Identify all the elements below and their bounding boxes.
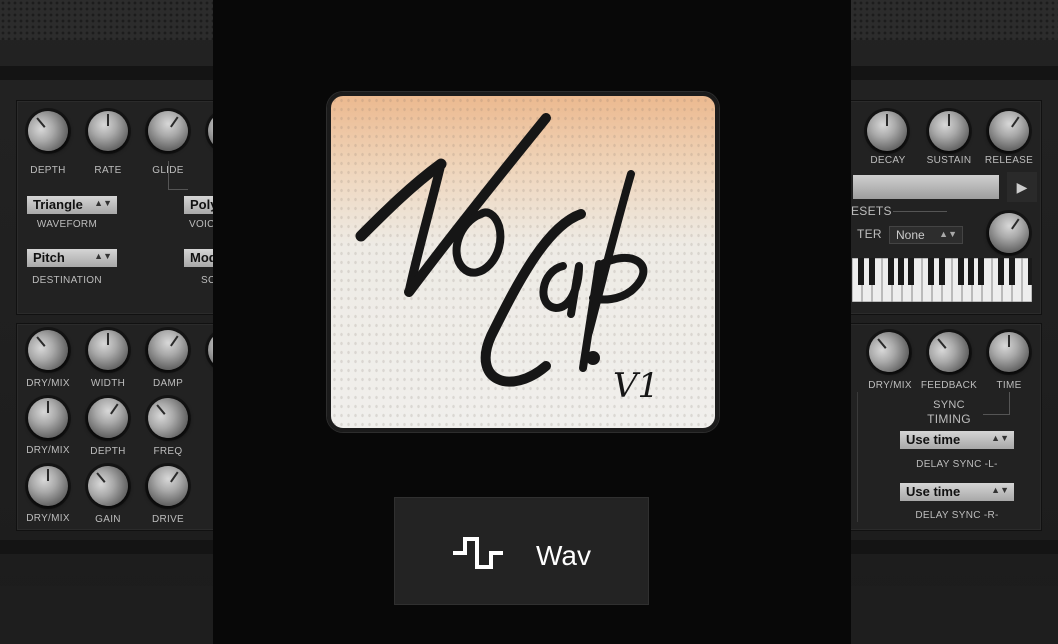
depth-label: DEPTH (90, 446, 126, 457)
time-label: TIME (996, 380, 1022, 391)
delay-right-value: Use time (906, 484, 961, 499)
updown-icon: ▲▼ (94, 251, 112, 261)
filter-select[interactable]: None ▲▼ (889, 226, 963, 244)
sustain-label: SUSTAIN (926, 155, 972, 166)
timing-label: TIMING (927, 412, 971, 426)
sync-label: SYNC (933, 399, 965, 411)
drive-knob[interactable] (140, 458, 196, 514)
destination-select[interactable]: Pitch ▲▼ (27, 249, 117, 267)
piano-keyboard[interactable] (852, 258, 1032, 302)
version-label: V1 (613, 366, 660, 406)
connector-line (168, 189, 188, 190)
chorus-drymix-knob[interactable] (28, 398, 68, 438)
width-knob[interactable] (88, 330, 128, 370)
chorus-depth-knob[interactable] (80, 390, 136, 446)
delay-panel: DRY/MIX FEEDBACK TIME SYNC TIMING Use ti… (842, 323, 1042, 531)
connector-line (983, 414, 1010, 415)
drymix-label: DRY/MIX (26, 445, 70, 456)
gain-label: GAIN (95, 514, 121, 525)
drive-label: DRIVE (151, 514, 185, 525)
feedback-knob[interactable] (920, 323, 978, 381)
delay-sync-right-label: DELAY SYNC -R- (915, 510, 999, 521)
release-knob[interactable] (981, 103, 1037, 159)
filter-knob[interactable] (981, 205, 1037, 261)
lfo-panel: DEPTH RATE GLIDE Triangle▲▼ WAVEFORM Pol… (16, 100, 248, 315)
destination-value: Pitch (33, 250, 65, 265)
drymix-label: DRY/MIX (26, 513, 70, 524)
filter-value: None (896, 228, 925, 242)
connector-line (857, 392, 858, 522)
decay-knob[interactable] (867, 111, 907, 151)
updown-icon: ▲▼ (94, 198, 112, 208)
damp-knob[interactable] (140, 322, 196, 378)
reverb-drymix-knob[interactable] (19, 321, 77, 379)
feedback-label: FEEDBACK (920, 380, 978, 391)
preset-name-field[interactable] (853, 175, 999, 199)
waveform-select[interactable]: Triangle ▲▼ (27, 196, 117, 214)
glide-knob[interactable] (140, 103, 196, 159)
release-label: RELEASE (984, 155, 1034, 166)
drive-drymix-knob[interactable] (28, 466, 68, 506)
damp-label: DAMP (152, 378, 184, 389)
decay-label: DECAY (870, 155, 906, 166)
connector-line (1009, 392, 1010, 414)
waveform-value: Triangle (33, 197, 83, 212)
delay-drymix-knob[interactable] (860, 323, 918, 381)
width-label: WIDTH (90, 378, 126, 389)
depth-knob[interactable] (19, 102, 77, 160)
preset-next-button[interactable]: ▶ (1007, 172, 1037, 202)
delay-left-value: Use time (906, 432, 961, 447)
gain-knob[interactable] (79, 457, 137, 515)
delay-sync-left-select[interactable]: Use time ▲▼ (900, 431, 1014, 449)
format-label: Wav (536, 540, 591, 571)
exclamation-dot (586, 351, 600, 365)
drymix-label: DRY/MIX (868, 380, 912, 391)
sustain-knob[interactable] (929, 111, 969, 151)
depth-label: DEPTH (30, 165, 66, 176)
delay-sync-left-label: DELAY SYNC -L- (916, 459, 998, 470)
drymix-label: DRY/MIX (26, 378, 70, 389)
time-knob[interactable] (989, 332, 1029, 372)
delay-sync-right-select[interactable]: Use time ▲▼ (900, 483, 1014, 501)
square-wave-icon (453, 537, 503, 569)
filter-label: TER (857, 227, 882, 241)
product-artwork: V1 (327, 92, 719, 432)
fx-panel: DRY/MIX WIDTH DAMP DRY/MIX DEPTH FREQ DR… (16, 321, 248, 531)
destination-label: DESTINATION (32, 275, 102, 286)
updown-icon: ▲▼ (991, 433, 1009, 443)
divider-line (893, 211, 947, 212)
rate-knob[interactable] (88, 111, 128, 151)
format-badge: Wav (394, 497, 649, 605)
presets-label: ESETS (851, 204, 892, 218)
updown-icon: ▲▼ (991, 485, 1009, 495)
rate-label: RATE (94, 165, 122, 176)
connector-line (168, 161, 169, 189)
freq-knob[interactable] (139, 389, 197, 447)
piano-keys (852, 258, 1032, 302)
freq-label: FREQ (153, 446, 183, 457)
updown-icon: ▲▼ (939, 229, 957, 239)
waveform-label: WAVEFORM (36, 219, 98, 230)
